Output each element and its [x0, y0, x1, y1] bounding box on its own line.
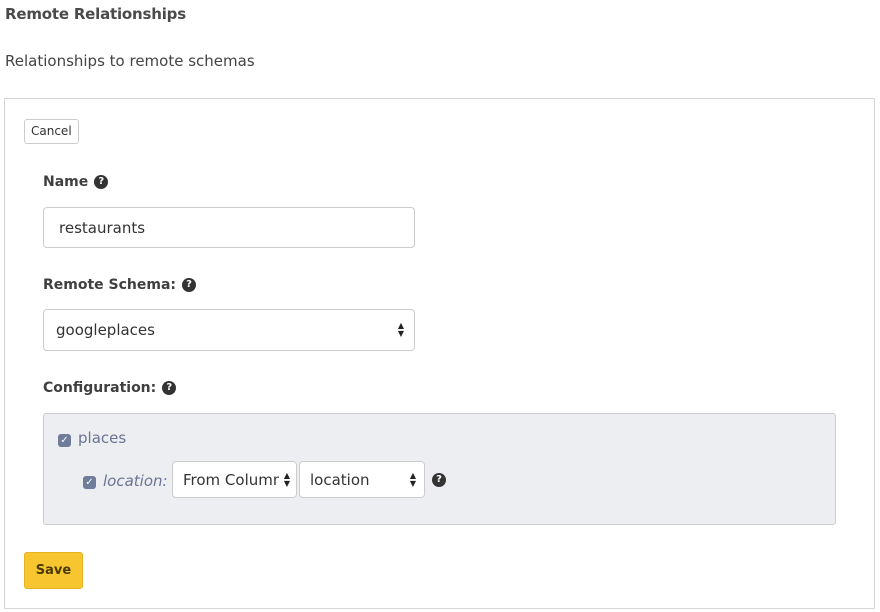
places-field-label: places [78, 429, 127, 447]
configuration-label-text: Configuration: [43, 380, 157, 396]
name-input[interactable] [43, 207, 415, 248]
remote-schema-selected: googleplaces [56, 321, 155, 339]
question-circle-icon[interactable]: ? [182, 278, 197, 292]
places-checkbox[interactable]: ✓ [58, 434, 71, 447]
checkmark-icon: ✓ [60, 435, 69, 446]
column-select[interactable]: location ▲ ▼ [299, 461, 425, 498]
name-label-text: Name [43, 174, 89, 190]
save-button[interactable]: Save [24, 552, 83, 589]
question-circle-icon[interactable]: ? [162, 381, 177, 395]
remote-schema-label-text: Remote Schema: [43, 277, 177, 293]
relationship-form-panel: Cancel Name ? Remote Schema: ? googlepla… [4, 98, 875, 609]
argument-source-select[interactable]: From Column ▲ ▼ [172, 461, 297, 498]
page-subtitle: Relationships to remote schemas [5, 52, 255, 70]
remote-schema-label: Remote Schema: ? [43, 277, 197, 293]
page-title: Remote Relationships [5, 5, 186, 23]
question-circle-icon[interactable]: ? [432, 473, 446, 487]
location-argument-label: location: [103, 472, 168, 490]
cancel-button[interactable]: Cancel [24, 119, 79, 144]
configuration-box: ✓ places ✓ location: From Column ▲ ▼ loca… [43, 413, 836, 525]
checkmark-icon: ✓ [85, 477, 94, 488]
updown-arrows-icon: ▲ ▼ [397, 321, 405, 338]
configuration-label: Configuration: ? [43, 380, 177, 396]
updown-arrows-icon: ▲ ▼ [409, 470, 417, 488]
updown-arrows-icon: ▲ ▼ [283, 470, 291, 488]
column-selected: location [310, 470, 370, 489]
question-circle-icon[interactable]: ? [94, 175, 109, 189]
location-checkbox[interactable]: ✓ [83, 476, 96, 489]
argument-source-selected: From Column [183, 470, 279, 489]
remote-schema-select[interactable]: googleplaces ▲ ▼ [43, 309, 415, 351]
name-field-label: Name ? [43, 174, 109, 190]
